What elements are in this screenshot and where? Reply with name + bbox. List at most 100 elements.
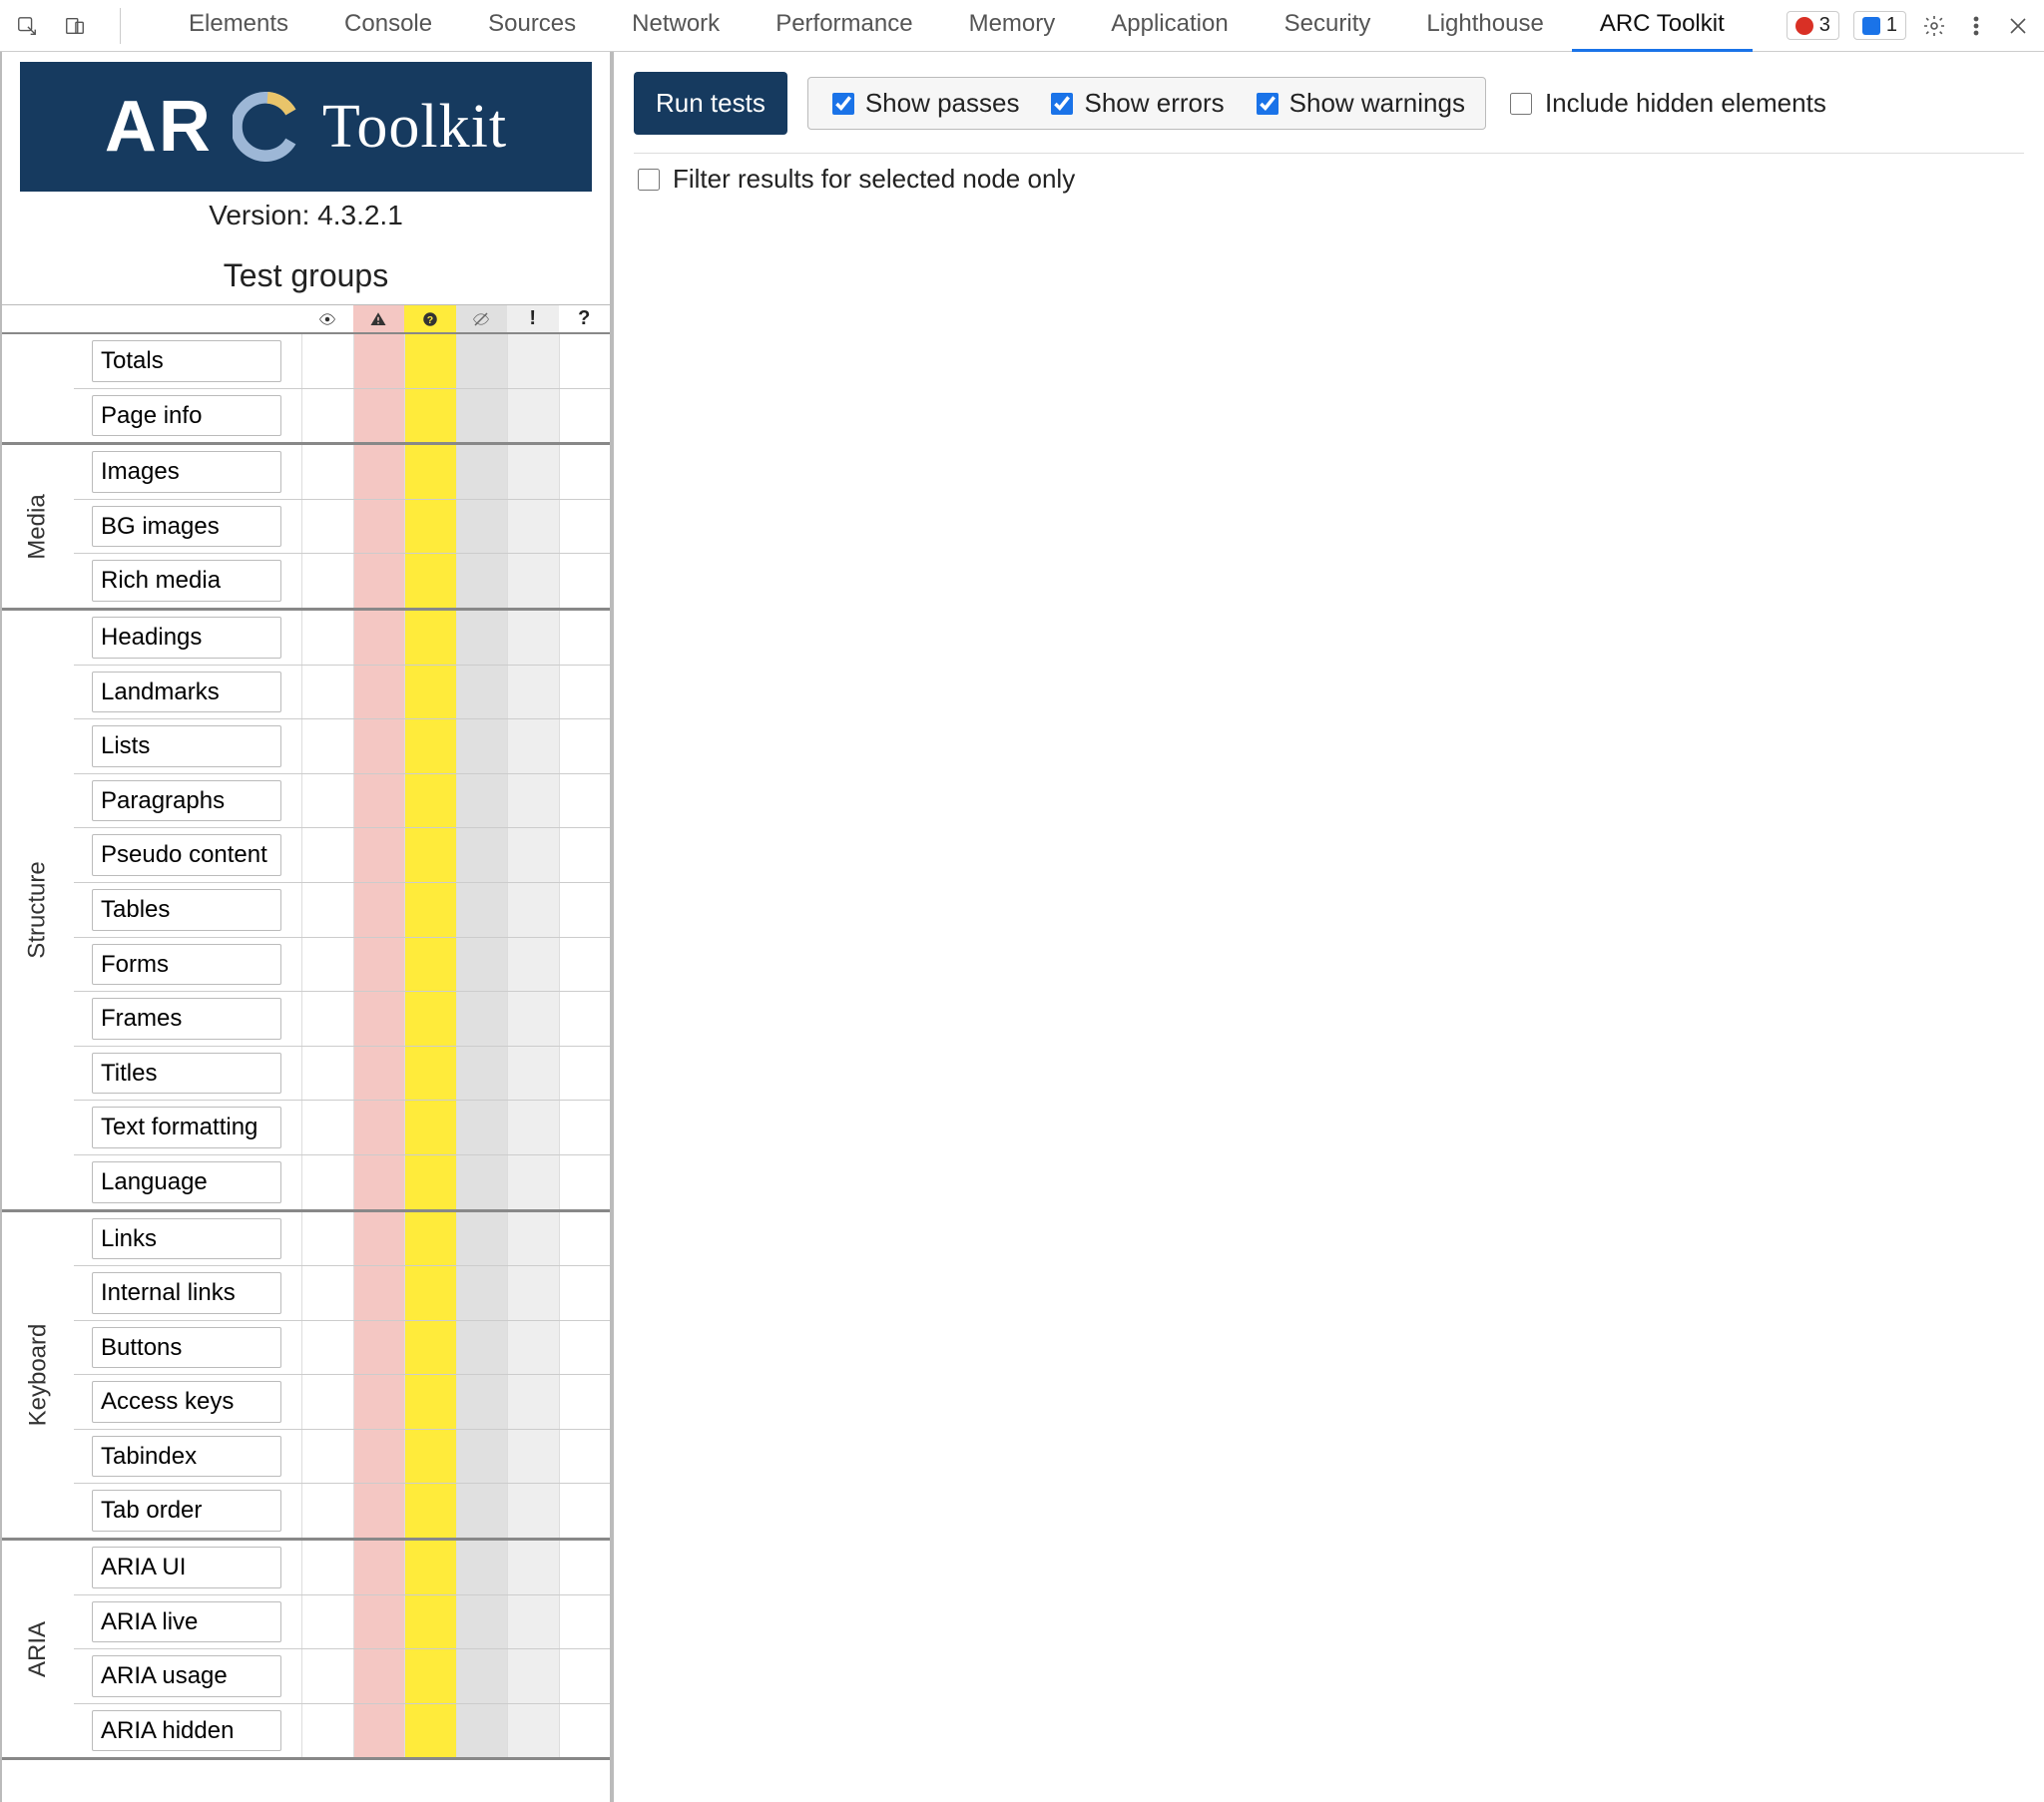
result-cell-warn [404, 1266, 456, 1320]
result-cell-err [353, 828, 405, 882]
test-button-page-info[interactable]: Page info [92, 395, 281, 437]
show-errors-checkbox[interactable]: Show errors [1047, 88, 1224, 119]
test-button-pseudo-content[interactable]: Pseudo content [92, 834, 281, 876]
inspect-element-icon[interactable] [12, 11, 42, 41]
devtools-tab-memory[interactable]: Memory [941, 0, 1084, 52]
test-button-aria-ui[interactable]: ARIA UI [92, 1547, 281, 1588]
result-cell-vis [301, 1321, 353, 1375]
close-devtools-icon[interactable] [2004, 12, 2032, 40]
devtools-tab-performance[interactable]: Performance [748, 0, 940, 52]
settings-icon[interactable] [1920, 12, 1948, 40]
divider [120, 8, 121, 44]
show-passes-label: Show passes [865, 88, 1020, 119]
result-cell-help [559, 1321, 611, 1375]
result-cell-help [559, 883, 611, 937]
info-dot-icon [1862, 17, 1880, 35]
result-cell-vis [301, 1595, 353, 1649]
devtools-tabstrip: ElementsConsoleSourcesNetworkPerformance… [0, 0, 2044, 52]
test-row: Access keys [74, 1375, 610, 1430]
show-passes-checkbox[interactable]: Show passes [828, 88, 1020, 119]
test-row: Tab order [74, 1484, 610, 1538]
devtools-tab-security[interactable]: Security [1257, 0, 1399, 52]
show-warnings-checkbox[interactable]: Show warnings [1253, 88, 1465, 119]
result-cell-alert [507, 500, 559, 554]
include-hidden-label: Include hidden elements [1545, 88, 1826, 119]
test-button-tabindex[interactable]: Tabindex [92, 1436, 281, 1478]
category-label [2, 334, 74, 442]
result-cell-hid [456, 1484, 508, 1538]
test-button-language[interactable]: Language [92, 1161, 281, 1203]
devtools-tab-sources[interactable]: Sources [460, 0, 604, 52]
test-button-internal-links[interactable]: Internal links [92, 1272, 281, 1314]
test-row: Paragraphs [74, 774, 610, 829]
result-cell-warn [404, 1155, 456, 1209]
test-button-tables[interactable]: Tables [92, 889, 281, 931]
errors-badge[interactable]: 3 [1787, 11, 1839, 40]
test-button-forms[interactable]: Forms [92, 944, 281, 986]
result-cell-warn [404, 719, 456, 773]
run-tests-button[interactable]: Run tests [634, 72, 787, 135]
test-button-aria-live[interactable]: ARIA live [92, 1601, 281, 1643]
result-cell-err [353, 938, 405, 992]
device-toolbar-icon[interactable] [60, 11, 90, 41]
test-button-lists[interactable]: Lists [92, 725, 281, 767]
result-cell-alert [507, 1704, 559, 1758]
arc-logo: AR Toolkit [20, 62, 592, 192]
test-button-buttons[interactable]: Buttons [92, 1327, 281, 1369]
test-button-rich-media[interactable]: Rich media [92, 560, 281, 602]
result-cell-hid [456, 611, 508, 665]
devtools-tab-lighthouse[interactable]: Lighthouse [1398, 0, 1571, 52]
result-cell-help [559, 1484, 611, 1538]
show-warnings-input[interactable] [1257, 93, 1278, 115]
test-row: Page info [74, 389, 610, 443]
more-menu-icon[interactable] [1962, 12, 1990, 40]
test-button-links[interactable]: Links [92, 1218, 281, 1260]
show-passes-input[interactable] [832, 93, 854, 115]
test-button-access-keys[interactable]: Access keys [92, 1381, 281, 1423]
result-cell-vis [301, 445, 353, 499]
test-button-bg-images[interactable]: BG images [92, 506, 281, 548]
devtools-tab-elements[interactable]: Elements [161, 0, 316, 52]
result-cell-help [559, 611, 611, 665]
show-errors-input[interactable] [1051, 93, 1073, 115]
test-button-text-formatting[interactable]: Text formatting [92, 1107, 281, 1148]
filter-selected-node-checkbox[interactable]: Filter results for selected node only [634, 164, 1075, 195]
test-button-aria-usage[interactable]: ARIA usage [92, 1655, 281, 1697]
result-cell-help [559, 389, 611, 443]
result-cell-alert [507, 1155, 559, 1209]
col-visible-icon [301, 305, 353, 332]
info-badge[interactable]: 1 [1853, 11, 1906, 40]
test-button-frames[interactable]: Frames [92, 998, 281, 1040]
test-button-paragraphs[interactable]: Paragraphs [92, 780, 281, 822]
devtools-tab-network[interactable]: Network [604, 0, 748, 52]
result-cell-hid [456, 1101, 508, 1154]
test-row: Links [74, 1212, 610, 1267]
test-row: ARIA usage [74, 1649, 610, 1704]
test-button-tab-order[interactable]: Tab order [92, 1490, 281, 1532]
category-label: Structure [2, 611, 74, 1209]
result-cell-help [559, 554, 611, 608]
result-cell-hid [456, 1047, 508, 1101]
test-button-images[interactable]: Images [92, 451, 281, 493]
test-button-landmarks[interactable]: Landmarks [92, 672, 281, 713]
devtools-tab-console[interactable]: Console [316, 0, 460, 52]
test-row: Frames [74, 992, 610, 1047]
test-groups-title: Test groups [2, 237, 610, 304]
test-button-titles[interactable]: Titles [92, 1053, 281, 1095]
errors-count: 3 [1819, 14, 1830, 37]
result-cell-warn [404, 992, 456, 1046]
include-hidden-checkbox[interactable]: Include hidden elements [1506, 88, 1826, 119]
filter-selected-node-label: Filter results for selected node only [673, 164, 1075, 195]
devtools-tab-arc-toolkit[interactable]: ARC Toolkit [1572, 0, 1753, 52]
include-hidden-input[interactable] [1510, 93, 1532, 115]
test-row: Headings [74, 611, 610, 666]
test-button-aria-hidden[interactable]: ARIA hidden [92, 1710, 281, 1752]
result-cell-vis [301, 774, 353, 828]
result-cell-vis [301, 389, 353, 443]
devtools-tab-application[interactable]: Application [1083, 0, 1256, 52]
test-button-totals[interactable]: Totals [92, 340, 281, 382]
filter-selected-node-input[interactable] [638, 169, 660, 191]
test-button-headings[interactable]: Headings [92, 617, 281, 659]
test-group: Structure Headings Landmarks Lists Paragraph… [2, 611, 610, 1212]
test-row: Landmarks [74, 666, 610, 720]
